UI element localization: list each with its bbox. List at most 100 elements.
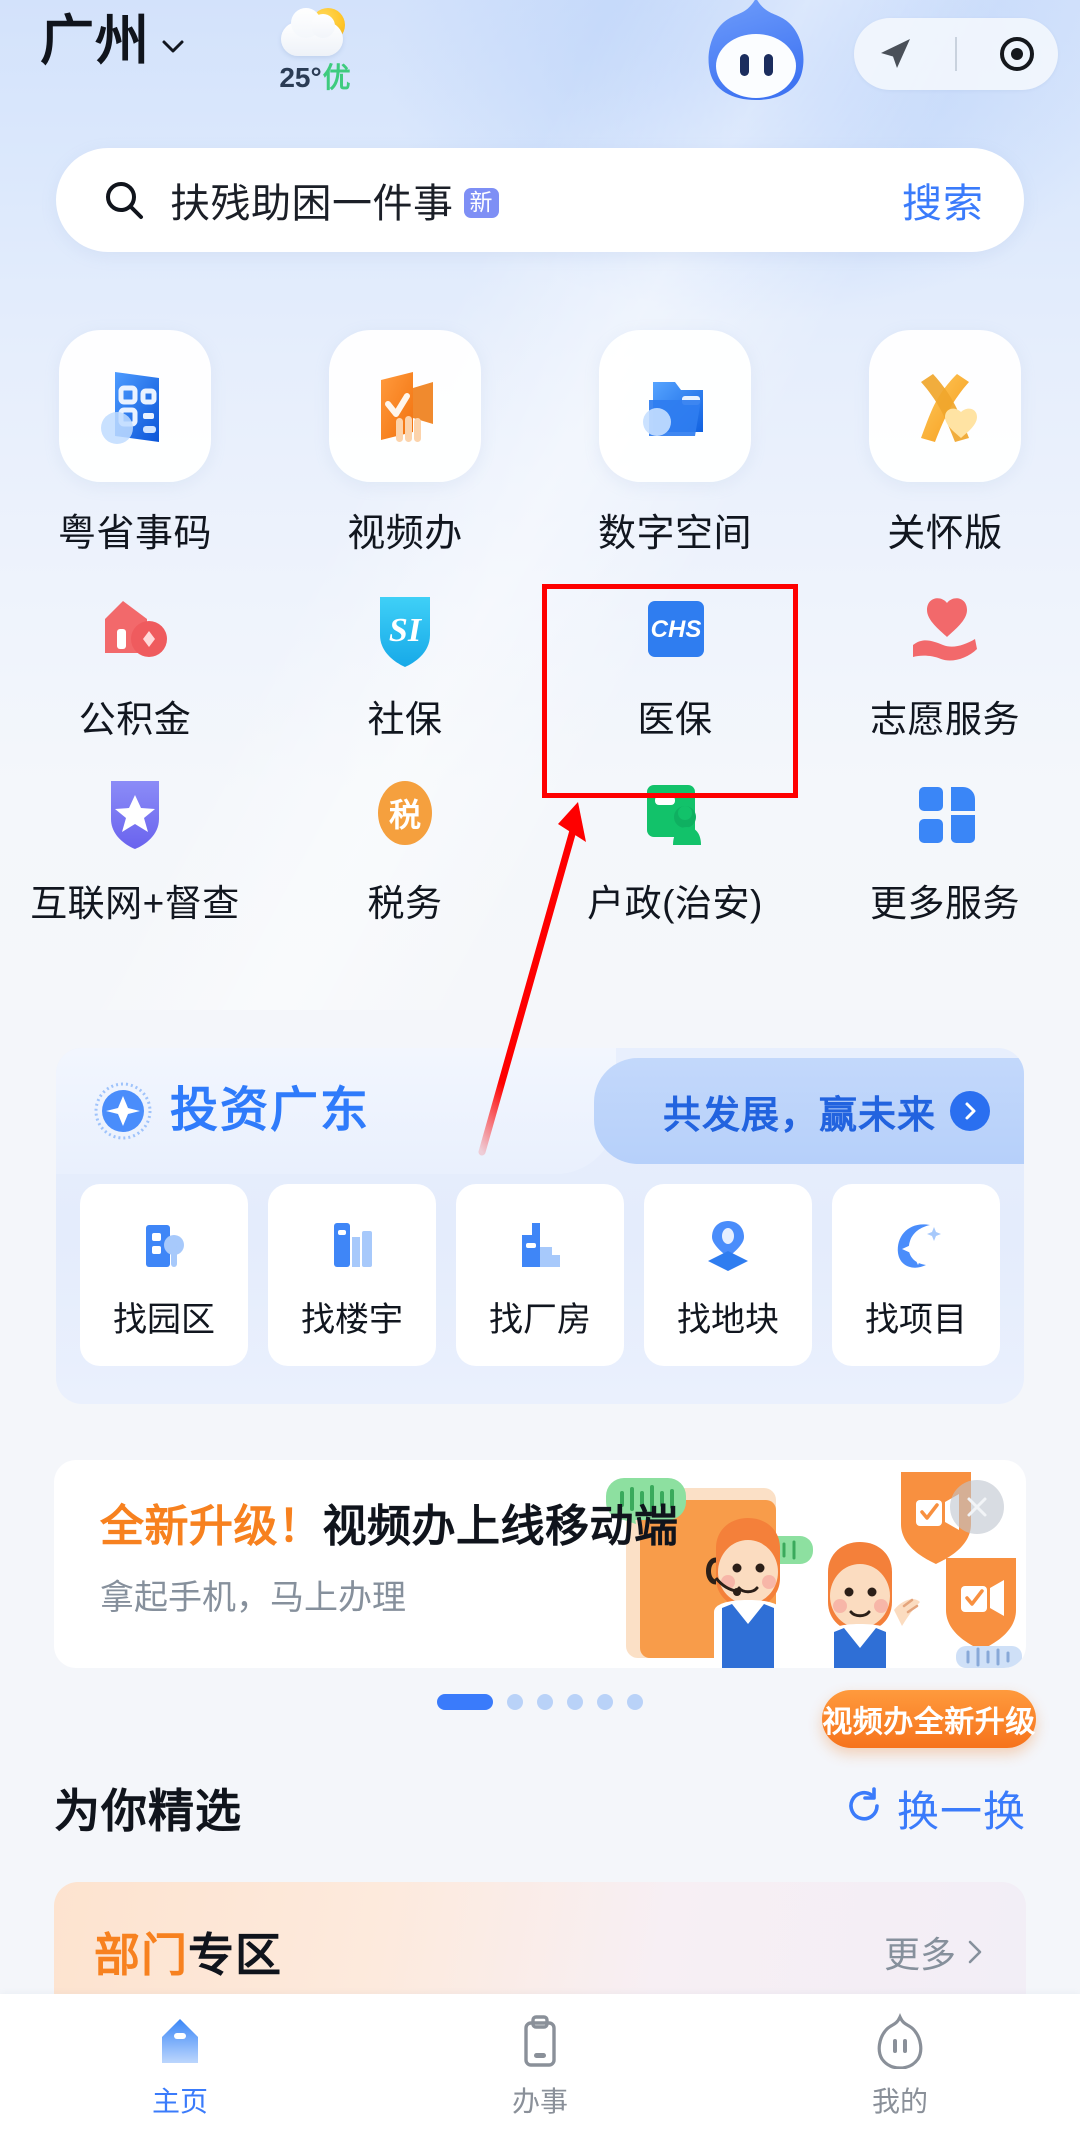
dept-title-highlight: 部门 [94,1929,188,1981]
service-label: 数字空间 [597,513,752,555]
close-icon[interactable] [950,1480,1004,1534]
tab-profile[interactable]: 我的 [720,2010,1080,2120]
search-new-badge: 新 [463,188,499,218]
service-label: 税务 [367,883,443,924]
heart-hand-icon [899,583,991,675]
invest-item-label: 找厂房 [489,1300,591,1339]
si-shield-icon: SI [359,583,451,675]
invest-title: 投资广东 [170,1084,371,1137]
promo-title: 全新升级！视频办上线移动端 [100,1502,679,1551]
promo-title-highlight: 全新升级！ [100,1502,323,1551]
service-grid-row-3: 互联网+督查 税 税务 户政(治安) 更多服务 [0,767,1080,927]
service-label: 更多服务 [870,883,1020,924]
refresh-icon [843,1785,885,1832]
invest-item-factory[interactable]: 找厂房 [456,1184,624,1366]
carousel-dot-active[interactable] [437,1694,493,1710]
refresh-label: 换一换 [896,1787,1026,1835]
navigation-arrow-icon[interactable] [873,32,917,76]
search-input[interactable]: 扶残助困一件事 新 [170,171,902,229]
home-icon [149,2010,211,2072]
service-label: 医保 [637,699,713,740]
service-grid-row-1: 粤省事码 视频办 数字空间 关怀版 [0,330,1080,557]
search-keyword: 扶残助困一件事 [170,182,454,226]
invest-header: 投资广东 共发展，赢未来 [56,1048,1024,1182]
invest-item-building[interactable]: 找楼宇 [268,1184,436,1366]
weather-text: 25°优 [255,64,375,92]
invest-item-park[interactable]: 找园区 [80,1184,248,1366]
service-item-medical-insurance[interactable]: CHS 医保 [540,583,810,743]
service-item-video-service[interactable]: 视频办 [270,330,540,557]
service-item-housing-fund[interactable]: 公积金 [0,583,270,743]
star-shield-icon [89,767,181,859]
department-zone-title: 部门专区 [94,1919,282,1985]
invest-item-label: 找地块 [677,1300,779,1339]
weather-widget[interactable]: 25°优 [255,8,375,92]
search-button[interactable]: 搜索 [902,171,984,229]
refresh-button[interactable]: 换一换 [843,1778,1026,1839]
service-item-volunteer[interactable]: 志愿服务 [810,583,1080,743]
service-label: 粤省事码 [57,513,212,555]
tab-label: 主页 [151,2086,208,2117]
service-item-yuesheng-code[interactable]: 粤省事码 [0,330,270,557]
invest-item-label: 找项目 [865,1300,967,1339]
department-more-link[interactable]: 更多 [884,1926,986,1978]
invest-item-label: 找楼宇 [301,1300,403,1339]
service-item-more-services[interactable]: 更多服务 [810,767,1080,927]
carousel-dot[interactable] [507,1694,523,1710]
weather-temp: 25° [279,62,322,93]
land-pin-icon [693,1210,763,1280]
ribbon-heart-icon [869,330,1021,482]
service-item-tax[interactable]: 税 税务 [270,767,540,927]
service-label: 公积金 [78,699,192,740]
chevron-down-icon [160,34,186,60]
id-card-person-icon [629,767,721,859]
carousel-dot[interactable] [567,1694,583,1710]
invest-guangdong-card[interactable]: 投资广东 共发展，赢未来 找园区 找楼宇 找厂房 找地块 找项目 [56,1048,1024,1404]
weather-aqi: 优 [322,62,351,93]
search-bar[interactable]: 扶残助困一件事 新 搜索 [56,148,1024,252]
mini-program-capsule[interactable] [854,18,1058,90]
promo-banner[interactable]: 全新升级！视频办上线移动端 拿起手机，马上办理 [54,1460,1026,1668]
app-header: 广州 25°优 [0,0,1080,110]
for-you-section-header: 为你精选 换一换 [0,1758,1080,1858]
promo-pill-badge[interactable]: 视频办全新升级 [822,1690,1036,1748]
project-spark-icon [881,1210,951,1280]
invest-item-land[interactable]: 找地块 [644,1184,812,1366]
promo-subtitle: 拿起手机，马上办理 [100,1579,406,1618]
dept-title-rest: 专区 [188,1929,282,1981]
qr-card-icon [59,330,211,482]
carousel-dot[interactable] [537,1694,553,1710]
service-item-social-insurance[interactable]: SI 社保 [270,583,540,743]
factory-icon [505,1210,575,1280]
promo-text: 全新升级！视频办上线移动端 拿起手机，马上办理 [100,1502,679,1619]
city-selector[interactable]: 广州 [40,14,186,68]
promo-title-rest: 视频办上线移动端 [322,1502,679,1551]
service-item-household-police[interactable]: 户政(治安) [540,767,810,927]
service-item-internet-supervision[interactable]: 互联网+督查 [0,767,270,927]
svg-text:SI: SI [389,612,423,649]
service-label: 社保 [367,699,443,740]
carousel-dot[interactable] [597,1694,613,1710]
invest-swirl-icon [92,1080,154,1142]
carousel-dot[interactable] [627,1694,643,1710]
bottom-tab-bar: 主页 办事 我的 [0,1994,1080,2142]
promo-pill-label: 视频办全新升级 [822,1706,1036,1739]
tab-home[interactable]: 主页 [0,2010,360,2120]
service-grid-row-2: 公积金 SI 社保 CHS 医保 志愿服务 [0,583,1080,743]
invest-logo: 投资广东 [92,1080,370,1142]
invest-tagline-button[interactable]: 共发展，赢未来 [594,1058,1024,1164]
invest-tagline: 共发展，赢未来 [662,1094,936,1137]
service-label: 互联网+督查 [30,883,240,924]
grid-more-icon [899,767,991,859]
target-circle-icon[interactable] [995,32,1039,76]
tab-services[interactable]: 办事 [360,2010,720,2120]
app-mascot-icon[interactable] [694,0,818,104]
for-you-title: 为你精选 [54,1785,242,1837]
service-item-digital-space[interactable]: 数字空间 [540,330,810,557]
house-fund-icon [89,583,181,675]
chevron-right-icon [968,1940,982,1964]
invest-item-project[interactable]: 找项目 [832,1184,1000,1366]
service-item-care-version[interactable]: 关怀版 [810,330,1080,557]
service-label: 户政(治安) [587,883,763,924]
tower-building-icon [317,1210,387,1280]
